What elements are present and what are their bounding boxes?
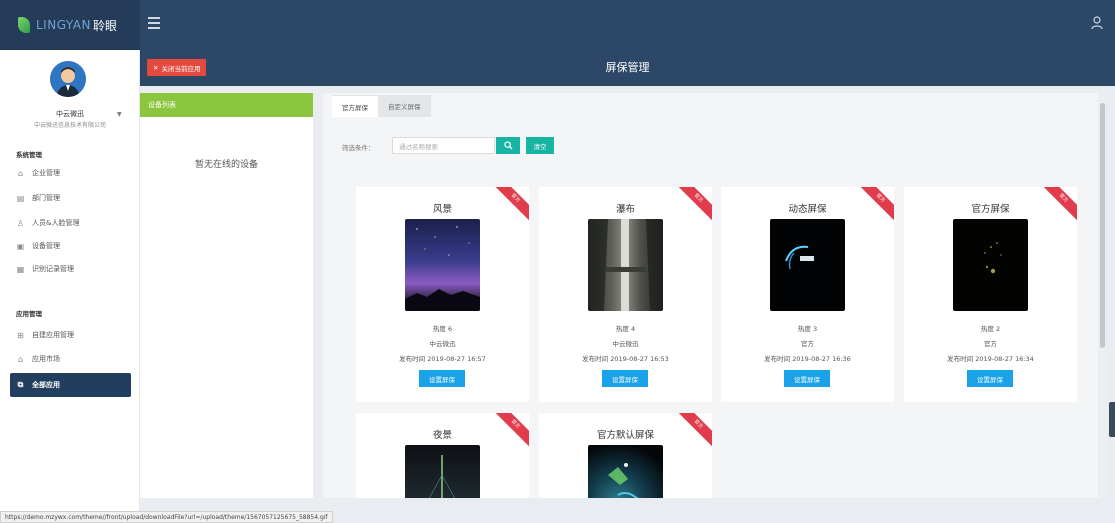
logo-mark-icon [18, 17, 30, 33]
record-icon: ▦ [16, 264, 25, 274]
card-published: 发布时间 2019-08-27 16:34 [947, 355, 1034, 363]
side-feedback-tab[interactable] [1109, 402, 1115, 437]
logo-cn-text: 聆眼 [93, 18, 118, 33]
sidebar-item-label: 人员&人脸管理 [32, 219, 80, 227]
screensaver-thumbnail[interactable] [588, 219, 663, 311]
screensaver-card: 官方 动态屏保 热度 3 官方 发布时间 2019-08-27 16:36 设置… [721, 187, 894, 402]
sidebar-item-custom-apps[interactable]: ⊞ 自建应用管理 [16, 327, 136, 343]
department-icon: ▤ [16, 193, 25, 203]
card-title: 夜景 [432, 430, 452, 441]
sidebar-item-label: 全部应用 [32, 381, 60, 389]
screensaver-card: 官方 风景 热度 6 中云微迅 发布时间 2019-08-27 16:57 设置… [356, 187, 529, 402]
tab-bar: 官方屏保 自定义屏保 [332, 95, 431, 119]
grid-icon: ⊞ [17, 330, 24, 340]
sidebar-item-person-face[interactable]: ♙ 人员&人脸管理 [16, 215, 136, 231]
user-icon[interactable] [1091, 16, 1103, 30]
card-title: 动态屏保 [788, 204, 827, 215]
search-input[interactable]: 通过名称搜索 [392, 137, 495, 154]
sidebar-item-label: 应用市场 [32, 355, 60, 363]
screensaver-thumbnail[interactable] [405, 219, 480, 311]
screensaver-card: 官方 官方屏保 热度 2 官方 发布时间 2019-08-27 16:34 设置… [904, 187, 1077, 402]
set-screensaver-button[interactable]: 设置屏保 [602, 370, 648, 387]
close-icon: ✕ [153, 63, 159, 72]
card-title: 官方默认屏保 [596, 430, 654, 441]
sidebar: 中云微迅 ▼ 中云微迅信息技术有限公司 系统管理 ⌂ 企业管理 ▤ 部门管理 ♙… [0, 50, 140, 523]
search-icon [503, 141, 513, 150]
avatar-icon [50, 61, 86, 97]
card-heat: 热度 3 [797, 325, 818, 333]
official-screensaver-image [984, 242, 1002, 274]
sidebar-item-device[interactable]: ▣ 设备管理 [16, 238, 136, 254]
sidebar-item-enterprise[interactable]: ⌂ 企业管理 [16, 165, 136, 181]
screensaver-panel: 官方屏保 自定义屏保 筛选条件： 通过名称搜索 清空 官方 风景 热度 6 中云… [323, 93, 1098, 498]
sidebar-item-label: 识别记录管理 [32, 265, 74, 273]
sidebar-item-label: 部门管理 [32, 194, 60, 202]
device-empty-text: 暂无在线的设备 [194, 160, 258, 170]
market-icon: ⌂ [17, 354, 24, 364]
sidebar-item-all-apps[interactable]: ⧉ 全部应用 [10, 373, 131, 397]
sidebar-item-records[interactable]: ▦ 识别记录管理 [16, 261, 136, 277]
card-title: 瀑布 [615, 204, 635, 215]
screensaver-card: 官方 夜景 [356, 413, 529, 498]
sidebar-item-label: 企业管理 [32, 169, 60, 177]
card-author: 官方 [984, 340, 997, 348]
waterfall-image [588, 219, 663, 311]
card-heat: 热度 6 [432, 325, 453, 333]
screensaver-thumbnail[interactable] [953, 219, 1028, 311]
top-navbar: LINGYAN 聆眼 [0, 0, 1115, 50]
starry-sky-image [405, 226, 480, 311]
logo-text: LINGYAN [36, 18, 91, 32]
card-heat: 热度 4 [615, 325, 636, 333]
browser-status-url: https://demo.mzywx.com/theme//front/uplo… [0, 511, 333, 523]
close-app-button[interactable]: ✕ 关闭当前应用 [147, 59, 207, 76]
company-name: 中云微迅信息技术有限公司 [33, 122, 106, 129]
user-dropdown-caret-icon[interactable]: ▼ [117, 111, 122, 118]
sidebar-item-department[interactable]: ▤ 部门管理 [16, 190, 136, 206]
cube-icon: ⧉ [17, 380, 24, 389]
card-title: 官方屏保 [971, 204, 1010, 215]
home-icon: ⌂ [17, 168, 24, 178]
card-published: 发布时间 2019-08-27 16:53 [582, 355, 669, 363]
filter-label: 筛选条件： [342, 144, 375, 152]
card-author: 中云微迅 [612, 340, 639, 348]
set-screensaver-button[interactable]: 设置屏保 [784, 370, 830, 387]
card-author: 官方 [801, 340, 814, 348]
section-title-system: 系统管理 [16, 151, 42, 159]
card-published: 发布时间 2019-08-27 16:36 [764, 355, 851, 363]
sidebar-item-label: 设备管理 [32, 242, 60, 250]
screensaver-card: 官方 官方默认屏保 [539, 413, 712, 498]
screensaver-thumbnail[interactable] [405, 445, 480, 498]
tab-official[interactable]: 官方屏保 [332, 95, 378, 117]
dynamic-screensaver-image [785, 245, 814, 270]
page-header: 屏保管理 ✕ 关闭当前应用 [140, 50, 1115, 86]
sidebar-item-app-market[interactable]: ⌂ 应用市场 [16, 351, 136, 367]
night-scene-image [429, 455, 455, 498]
card-author: 中云微迅 [429, 340, 456, 348]
tab-custom[interactable]: 自定义屏保 [378, 95, 431, 117]
card-title: 风景 [432, 204, 452, 215]
close-app-label: 关闭当前应用 [161, 64, 201, 73]
page-title: 屏保管理 [605, 61, 650, 74]
logo[interactable]: LINGYAN 聆眼 [0, 0, 140, 50]
clear-button[interactable]: 清空 [526, 137, 554, 154]
device-list-panel: 设备列表 暂无在线的设备 [140, 93, 313, 498]
avatar[interactable] [50, 61, 86, 97]
search-button[interactable] [496, 137, 520, 154]
menu-toggle-icon[interactable] [148, 17, 160, 29]
scrollbar-thumb[interactable] [1100, 103, 1105, 348]
card-published: 发布时间 2019-08-27 16:57 [399, 355, 486, 363]
device-icon: ▣ [16, 241, 25, 251]
set-screensaver-button[interactable]: 设置屏保 [419, 370, 465, 387]
screensaver-thumbnail[interactable] [588, 445, 663, 498]
sidebar-item-label: 自建应用管理 [32, 331, 74, 339]
device-list-header: 设备列表 [140, 93, 313, 117]
set-screensaver-button[interactable]: 设置屏保 [967, 370, 1013, 387]
screensaver-thumbnail[interactable] [770, 219, 845, 311]
person-icon: ♙ [16, 218, 25, 228]
section-title-apps: 应用管理 [16, 310, 42, 318]
default-screensaver-image [608, 463, 639, 498]
screensaver-card: 官方 瀑布 热度 4 中云微迅 发布时间 2019-08-27 16:53 设置… [539, 187, 712, 402]
card-heat: 热度 2 [980, 325, 1001, 333]
